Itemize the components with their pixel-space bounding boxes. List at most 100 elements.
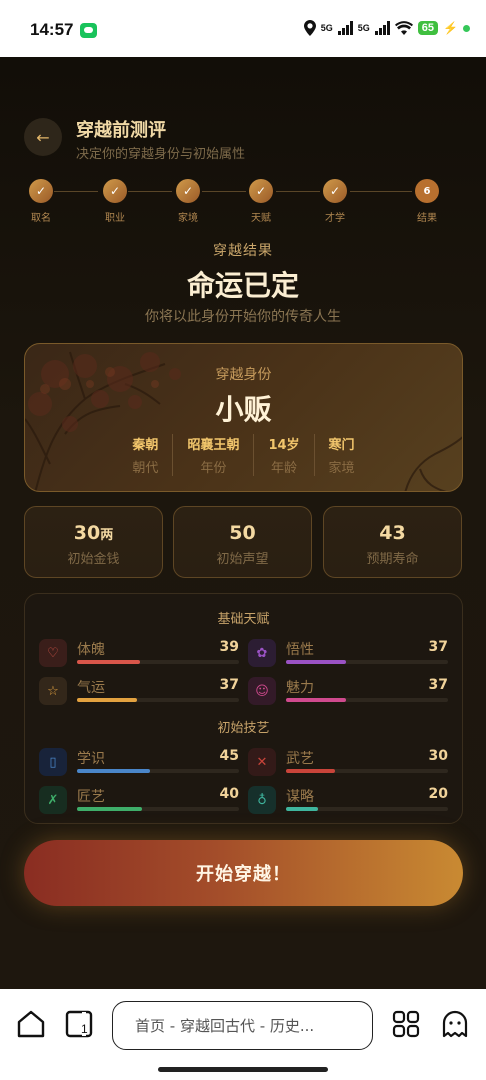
book-icon: ▯ <box>39 748 67 776</box>
attribute-value: 45 <box>219 748 239 764</box>
step-connector <box>202 191 246 192</box>
arrow-left-icon: ← <box>36 127 50 147</box>
stat-value: 30 <box>73 522 101 544</box>
attr-key: 年份 <box>200 461 227 476</box>
step-item-name: ✓ 取名 <box>21 179 61 224</box>
step-label: 才学 <box>325 213 345 224</box>
attribute-row: ♁ 谋略 20 <box>248 786 448 820</box>
result-title: 命运已定 <box>186 269 299 302</box>
ghost-icon[interactable] <box>440 1009 470 1039</box>
attribute-bar <box>77 698 239 702</box>
step-number: 6 <box>415 179 439 203</box>
location-icon <box>303 20 316 36</box>
attribute-row: ✗ 匠艺 40 <box>39 786 239 820</box>
check-icon: ✓ <box>176 179 200 203</box>
step-label: 职业 <box>105 213 125 224</box>
start-travel-button[interactable]: 开始穿越！ <box>24 840 463 906</box>
attr-value: 秦朝 <box>132 438 159 453</box>
attribute-value: 39 <box>219 639 239 655</box>
star-icon: ☆ <box>39 677 67 705</box>
url-bar[interactable]: 首页 - 穿越回古代 - 历史... <box>112 1001 373 1050</box>
attr-value: 昭襄王朝 <box>187 438 240 453</box>
back-button[interactable]: ← <box>24 118 62 156</box>
attribute-row: ▯ 学识 45 <box>39 748 239 782</box>
step-item-talent: ✓ 天赋 <box>241 179 281 224</box>
attribute-row: ☆ 气运 37 <box>39 677 239 711</box>
step-label: 家境 <box>178 213 198 224</box>
stat-value: 50 <box>229 522 256 544</box>
attribute-bar <box>286 660 448 664</box>
smile-icon: ☺ <box>248 677 276 705</box>
signal-icon <box>337 21 353 35</box>
apps-grid-icon[interactable] <box>391 1009 421 1039</box>
skills-title: 初始技艺 <box>217 721 270 736</box>
attribute-name: 匠艺 <box>77 789 105 805</box>
check-icon: ✓ <box>103 179 127 203</box>
home-icon[interactable] <box>16 1009 46 1039</box>
attribute-name: 体魄 <box>77 642 105 658</box>
attribute-bar-fill <box>77 769 150 773</box>
attr-key: 年龄 <box>270 461 297 476</box>
attr-value: 寒门 <box>328 438 355 453</box>
identity-attr-year: 昭襄王朝 年份 <box>172 434 253 476</box>
check-icon: ✓ <box>29 179 53 203</box>
attribute-name: 谋略 <box>286 789 314 805</box>
stat-label: 预期寿命 <box>366 552 419 567</box>
attribute-bar <box>77 769 239 773</box>
step-label: 取名 <box>31 213 51 224</box>
stat-unit: 两 <box>100 528 114 543</box>
attribute-name: 学识 <box>77 751 105 767</box>
step-item-career: ✓ 职业 <box>95 179 135 224</box>
tabs-icon[interactable]: 1 <box>64 1009 94 1039</box>
result-description: 你将以此身份开始你的传奇人生 <box>145 309 341 325</box>
attribute-bar-fill <box>77 698 137 702</box>
attribute-bar-fill <box>286 769 335 773</box>
talents-title: 基础天赋 <box>217 612 270 627</box>
stat-value: 43 <box>379 522 406 544</box>
brain-icon: ✿ <box>248 639 276 667</box>
stat-reputation: 50 初始声望 <box>173 506 312 578</box>
status-icons: 5G 5G 65 ⚡ <box>303 20 470 36</box>
step-label: 天赋 <box>251 213 271 224</box>
attribute-name: 气运 <box>77 680 105 696</box>
attribute-name: 悟性 <box>286 642 314 658</box>
attribute-bar-fill <box>286 660 346 664</box>
stat-label: 初始声望 <box>216 552 269 567</box>
stat-label: 初始金钱 <box>67 552 120 567</box>
identity-attributes: 秦朝 朝代 昭襄王朝 年份 14岁 年龄 寒门 家境 <box>25 434 462 476</box>
step-item-learning: ✓ 才学 <box>315 179 355 224</box>
wechat-icon <box>80 23 97 38</box>
attribute-name: 魅力 <box>286 680 314 696</box>
attribute-bar <box>77 660 239 664</box>
attribute-bar-fill <box>286 807 319 811</box>
attribute-row: ☺ 魅力 37 <box>248 677 448 711</box>
stat-lifespan: 43 预期寿命 <box>323 506 462 578</box>
tools-icon: ✗ <box>39 786 67 814</box>
attr-key: 家境 <box>328 461 355 476</box>
privacy-dot <box>463 24 470 32</box>
app-screen: ← 穿越前测评 决定你的穿越身份与初始属性 ✓ 取名 ✓ 职业 ✓ 家境 ✓ 天… <box>0 57 486 989</box>
attribute-bar <box>286 807 448 811</box>
attribute-name: 武艺 <box>286 751 314 767</box>
identity-attr-dynasty: 秦朝 朝代 <box>118 434 172 476</box>
check-icon: ✓ <box>323 179 347 203</box>
battery-indicator: 65 <box>417 21 439 35</box>
step-connector <box>350 191 412 192</box>
status-time: 14:57 <box>30 20 74 39</box>
result-tag: 穿越结果 <box>213 243 273 259</box>
attribute-bar-fill <box>77 807 142 811</box>
identity-card: 穿越身份 小贩 秦朝 朝代 昭襄王朝 年份 14岁 年龄 寒门 家境 <box>24 343 463 492</box>
step-item-family: ✓ 家境 <box>168 179 208 224</box>
attribute-bar-fill <box>286 698 346 702</box>
wifi-icon <box>394 21 413 35</box>
heart-icon: ♡ <box>39 639 67 667</box>
attribute-bar <box>286 769 448 773</box>
check-icon: ✓ <box>249 179 273 203</box>
identity-value: 小贩 <box>215 393 272 426</box>
identity-label: 穿越身份 <box>215 367 272 383</box>
attribute-bar <box>77 807 239 811</box>
step-connector <box>276 191 320 192</box>
attribute-value: 37 <box>428 639 448 655</box>
attr-key: 朝代 <box>132 461 159 476</box>
step-item-result: 6 结果 <box>407 179 447 224</box>
